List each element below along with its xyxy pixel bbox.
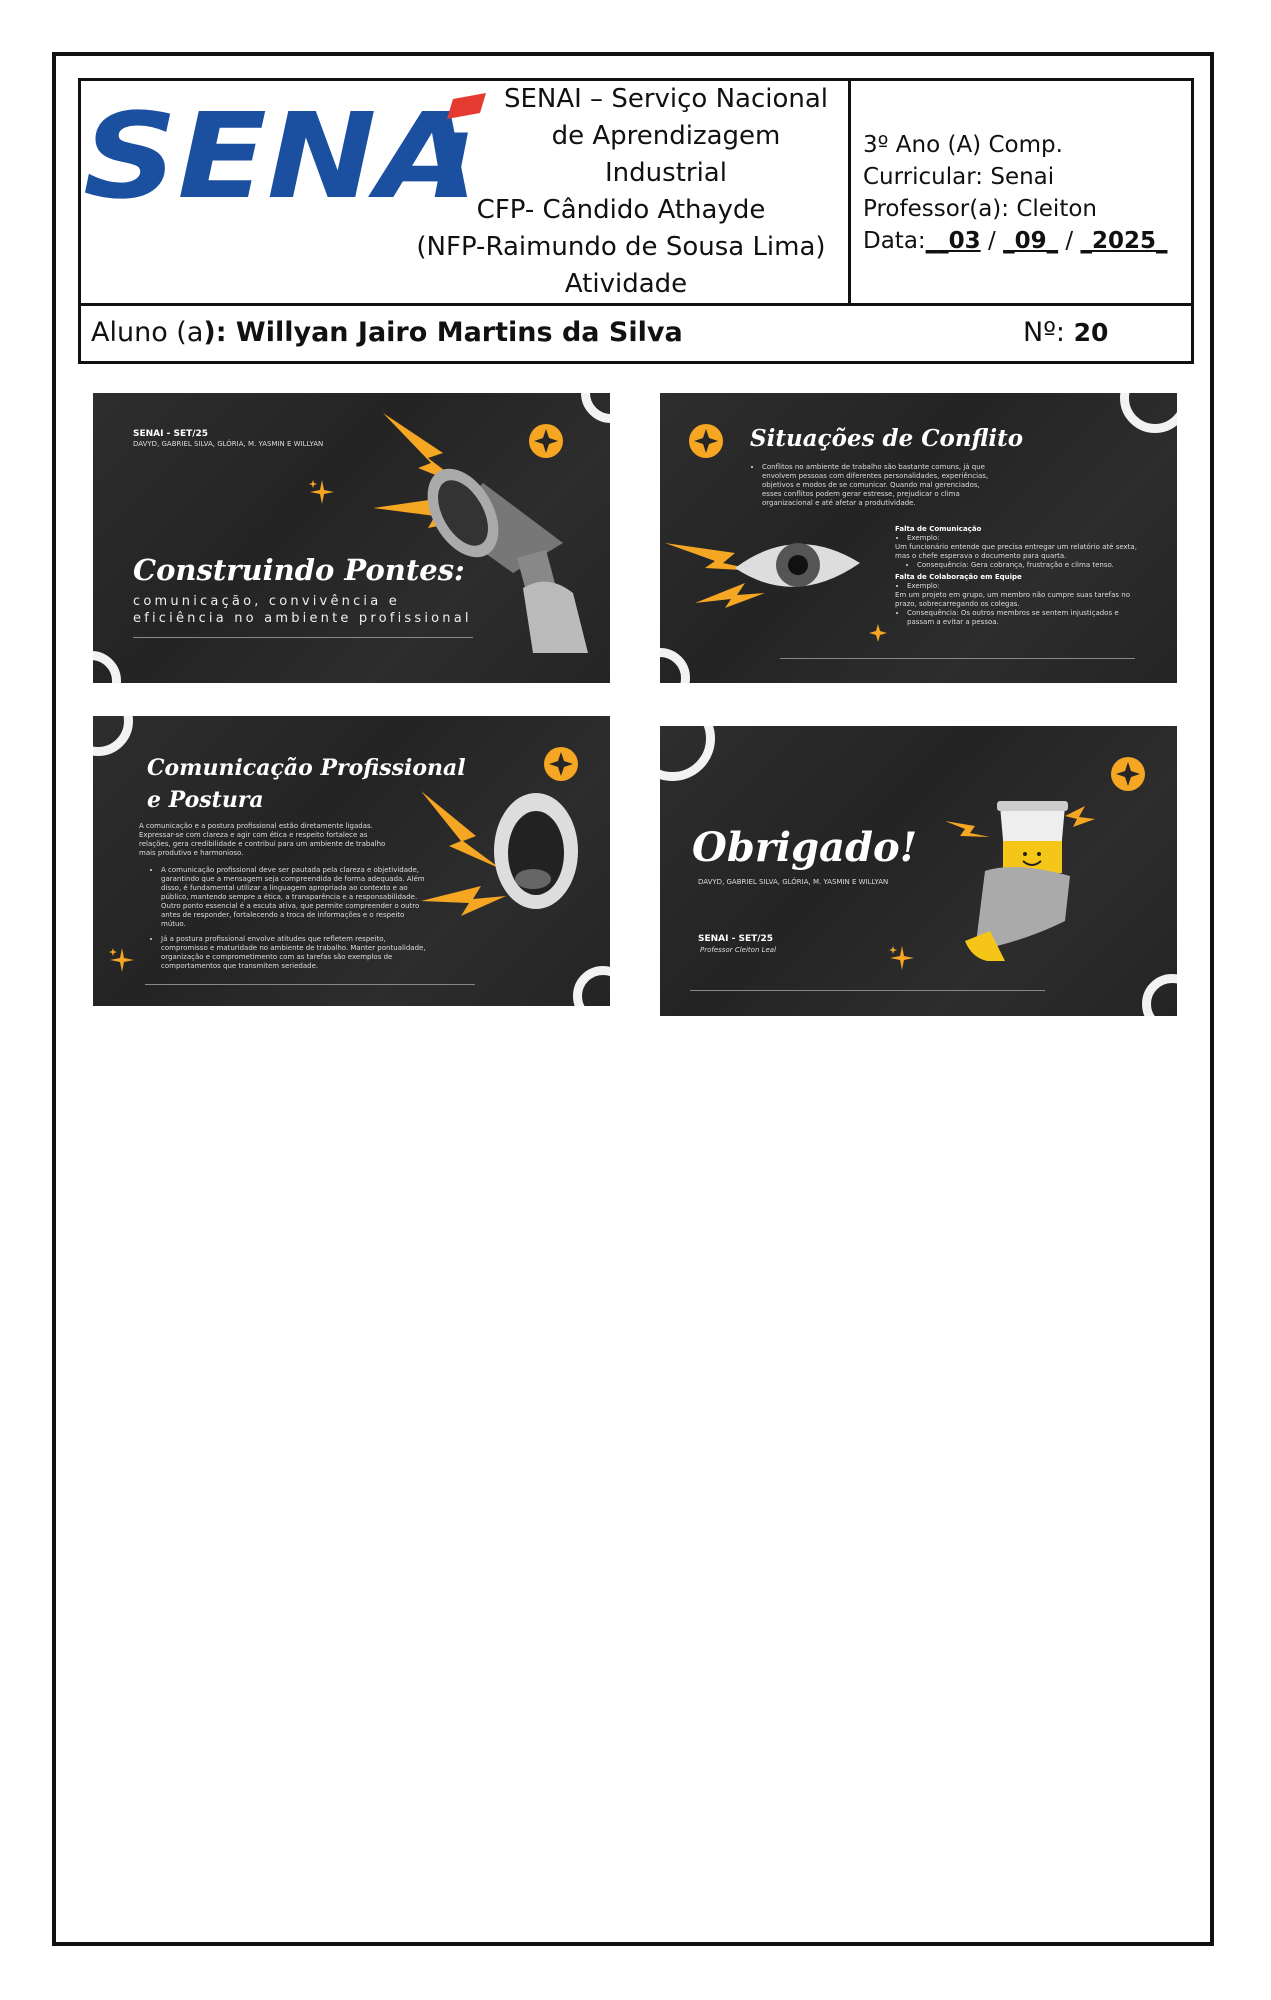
student-row: Aluno (a): Willyan Jairo Martins da Silv…: [91, 313, 683, 353]
number-row: Nº: 20: [1023, 313, 1108, 353]
shouting-mouth-image: [421, 791, 578, 916]
decor-ring: [93, 716, 133, 756]
sparkle-icon: [869, 624, 887, 642]
student-name: ): Willyan Jairo Martins da Silva: [203, 317, 683, 348]
star-badge-icon: [544, 747, 578, 781]
institution-line: SENAI – Serviço Nacional: [503, 84, 829, 114]
slide-title-text: Comunicação Profissional e Postura: [147, 752, 466, 816]
date-month: _09_: [1003, 228, 1059, 254]
title-line: Comunicação Profissional: [147, 755, 466, 781]
date-separator: /: [988, 228, 996, 254]
number-label: Nº:: [1023, 317, 1066, 348]
example-label: Exemplo:: [907, 534, 1145, 543]
year-class: 3º Ano (A) Comp.: [863, 132, 1063, 158]
example-label: Exemplo:: [907, 582, 1145, 591]
slide-title: SENAI - SET/25 DAVYD, GABRIEL SILVA, GLÓ…: [93, 393, 610, 683]
date-day: __03: [925, 228, 981, 254]
consequence-text: Consequência: Os outros membros se sente…: [907, 609, 1145, 627]
institution-line: (NFP-Raimundo de Sousa Lima): [416, 232, 826, 262]
institution-line: Atividade: [564, 269, 688, 299]
decor-ring: [1120, 393, 1177, 433]
star-badge-icon: [689, 424, 723, 458]
divider-line: [690, 990, 1045, 991]
date-row: Data:__03 / _09_ / _2025_: [863, 225, 1167, 257]
slide-thanks: Obrigado! DAVYD, GABRIEL SILVA, GLÓRIA, …: [660, 726, 1177, 1016]
example-text: Um funcionário entende que precisa entre…: [895, 543, 1137, 560]
intro-text: A comunicação e a postura profissional e…: [139, 822, 386, 857]
svg-text:SENA: SENA: [83, 89, 478, 209]
slide-conflicts: Situações de Conflito Conflitos no ambie…: [660, 393, 1177, 683]
star-badge-icon: [1111, 757, 1145, 791]
consequence-text: Consequência: Gera cobrança, frustração …: [917, 561, 1145, 570]
slide-tag: SENAI - SET/25: [133, 429, 209, 439]
institution-line: Industrial: [605, 158, 727, 188]
intro-list: Conflitos no ambiente de trabalho são ba…: [750, 463, 997, 510]
slide-subtitle: eficiência no ambiente profissional: [133, 611, 472, 626]
header-divider-horizontal: [81, 303, 1191, 306]
decor-ring: [1142, 974, 1177, 1016]
class-info: 3º Ano (A) Comp. Curricular: Senai Profe…: [863, 129, 1167, 257]
point-item: A comunicação profissional deve ser paut…: [161, 866, 429, 929]
decor-ring: [660, 726, 715, 781]
professor: Professor(a): Cleiton: [863, 196, 1097, 222]
title-line: e Postura: [147, 787, 264, 813]
institution-block: SENAI – Serviço Nacional de Aprendizagem…: [416, 81, 851, 303]
curricular: Curricular: Senai: [863, 164, 1055, 190]
slide-title-text: Obrigado!: [692, 824, 918, 871]
number-value: 20: [1073, 318, 1109, 347]
senai-logo: SENA ı: [83, 89, 486, 209]
example-text: Em um projeto em grupo, um membro não cu…: [895, 591, 1130, 608]
slide-authors: DAVYD, GABRIEL SILVA, GLÓRIA, M. YASMIN …: [133, 440, 324, 448]
sparkle-icon: [309, 480, 334, 504]
intro-text: Conflitos no ambiente de trabalho são ba…: [762, 463, 997, 508]
point-item: Já a postura profissional envolve atitud…: [161, 935, 429, 971]
slide-communication: Comunicação Profissional e Postura A com…: [93, 716, 610, 1006]
slide-subtitle: comunicação, convivência e: [133, 594, 400, 609]
conflict-section: Falta de Comunicação Exemplo: Um funcion…: [895, 525, 1145, 627]
institution-line: de Aprendizagem: [551, 121, 781, 151]
point-list: A comunicação profissional deve ser paut…: [149, 866, 429, 973]
decor-ring: [573, 966, 610, 1006]
eye-image: [665, 543, 860, 608]
date-label: Data:: [863, 228, 926, 254]
institution-line: CFP- Cândido Athayde: [476, 195, 766, 225]
divider-line: [133, 637, 473, 638]
slide-title-text: Construindo Pontes:: [133, 553, 465, 587]
divider-line: [145, 984, 475, 985]
decor-ring: [660, 648, 690, 683]
divider-line: [780, 658, 1135, 659]
sparkle-icon: [109, 948, 134, 972]
sparkle-icon: [889, 946, 914, 970]
coffee-cup-hand-image: [945, 801, 1095, 961]
date-year: _2025_: [1080, 228, 1168, 254]
section-heading: Falta de Colaboração em Equipe: [895, 573, 1022, 581]
document-header: SENA ı SENAI – Serviço Nacional de Apren…: [78, 78, 1194, 364]
slide-professor: Professor Cleiton Leal: [700, 946, 777, 954]
slide-tag: SENAI - SET/25: [698, 934, 774, 944]
decor-ring: [93, 651, 121, 683]
date-separator: /: [1065, 228, 1074, 254]
slide-authors: DAVYD, GABRIEL SILVA, GLÓRIA, M. YASMIN …: [698, 878, 889, 886]
section-heading: Falta de Comunicação: [895, 525, 982, 533]
student-label: Aluno (a: [91, 317, 204, 348]
slide-title-text: Situações de Conflito: [750, 425, 1024, 452]
